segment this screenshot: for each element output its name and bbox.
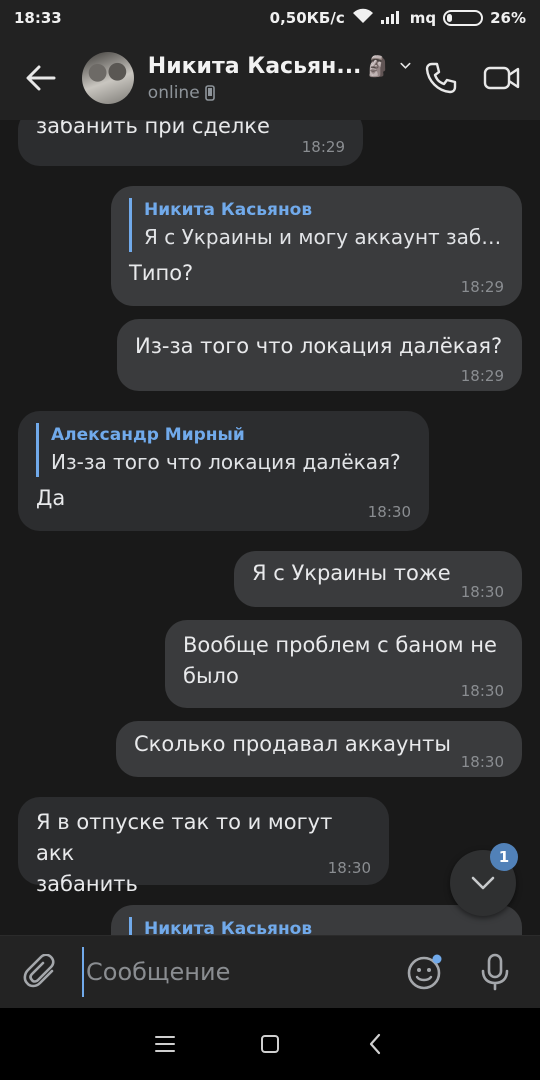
message-text: Из-за того что локация далёкая? [135,334,503,358]
message-bubble-outgoing[interactable]: Вообще проблем с баном не было 18:30 [165,620,522,708]
reply-author: Александр Мирный [51,425,245,445]
chat-header: Никита Касьян... 🗿 online [0,36,540,120]
nav-menu-button[interactable] [113,1008,218,1080]
message-time: 18:29 [460,367,504,385]
message-text: забанить при сделке [36,120,270,138]
message-text: Типо? [129,261,194,285]
reply-quote[interactable]: Никита Касьянов [129,917,504,935]
message-bubble-outgoing[interactable]: Из-за того что локация далёкая? 18:29 [117,319,522,391]
reply-text: Из-за того что локация далёкая? [51,450,401,474]
reply-quote[interactable]: Никита Касьянов Я с Украины и могу аккау… [129,198,504,252]
message-bubble-outgoing[interactable]: Никита Касьянов Я с Украины и могу аккау… [111,186,522,306]
system-navigation-bar [0,1008,540,1080]
back-chevron-icon [369,1033,381,1055]
message-time: 18:29 [460,278,504,296]
message-bubble-incoming[interactable]: забанить при сделке 18:29 [18,120,363,166]
signal-icon [380,9,403,28]
message-time: 18:30 [460,682,504,700]
phone-icon [426,62,457,94]
message-text: Да [36,486,66,510]
message-composer [0,935,540,1008]
back-button[interactable] [0,36,82,120]
video-camera-icon [483,66,519,90]
attach-button[interactable] [0,936,82,1009]
message-text: Сколько продавал аккаунты [134,732,451,756]
message-bubble-incoming[interactable]: Александр Мирный Из-за того что локация … [18,411,429,531]
carrier-name: mq [409,9,437,27]
video-call-button[interactable] [472,36,532,120]
message-text: Я в отпуске так то и могут акк забанить [36,810,333,896]
paperclip-icon [23,954,55,988]
reply-author: Никита Касьянов [144,919,313,935]
unread-count-badge: 1 [490,843,518,871]
smiley-icon [407,954,442,990]
name-emoji: 🗿 [365,54,391,78]
message-time: 18:30 [460,583,504,601]
voice-message-button[interactable] [460,936,530,1009]
message-time: 18:29 [301,138,345,156]
home-square-icon [261,1035,279,1053]
message-bubble-outgoing[interactable]: Сколько продавал аккаунты 18:30 [116,721,522,777]
message-time: 18:30 [367,503,411,521]
mobile-icon [204,84,215,101]
status-right: 0,50КБ/с mq 26% [270,8,526,28]
nav-home-button[interactable] [218,1008,323,1080]
message-bubble-incoming[interactable]: Я в отпуске так то и могут акк забанить … [18,797,389,896]
contact-name-row: Никита Касьян... 🗿 [148,54,411,79]
status-bar: 18:33 0,50КБ/с mq 26% [0,0,540,36]
status-time: 18:33 [14,9,62,27]
message-text: Вообще проблем с баном не было [183,633,497,688]
menu-icon [155,1036,175,1052]
battery-percent: 26% [490,9,526,27]
arrow-left-icon [26,65,56,91]
contact-title[interactable]: Никита Касьян... 🗿 online [148,54,411,103]
call-button[interactable] [411,36,471,120]
chevron-down-icon [471,876,495,890]
chevron-down-icon [400,62,411,69]
contact-avatar[interactable] [81,52,134,104]
message-time: 18:30 [327,859,371,877]
wifi-icon [352,8,374,28]
message-bubble-outgoing[interactable]: Я с Украины тоже 18:30 [234,551,522,607]
contact-status-row: online [148,83,411,103]
contact-name: Никита Касьян... [147,53,362,79]
message-bubble-outgoing[interactable]: Никита Касьянов [111,905,522,935]
battery-level [447,14,453,22]
microphone-icon [481,953,509,991]
reply-text: Я с Украины и могу аккаунт заба... [144,225,504,249]
nav-back-button[interactable] [323,1008,428,1080]
message-input[interactable] [82,947,390,997]
reply-author: Никита Касьянов [144,200,313,220]
network-speed: 0,50КБ/с [269,9,345,27]
contact-status: online [147,82,200,103]
message-time: 18:30 [460,753,504,771]
battery-icon [443,10,484,26]
emoji-button[interactable] [390,936,460,1009]
message-feed[interactable]: забанить при сделке 18:29 Никита Касьяно… [0,120,540,935]
reply-quote[interactable]: Александр Мирный Из-за того что локация … [36,423,411,477]
